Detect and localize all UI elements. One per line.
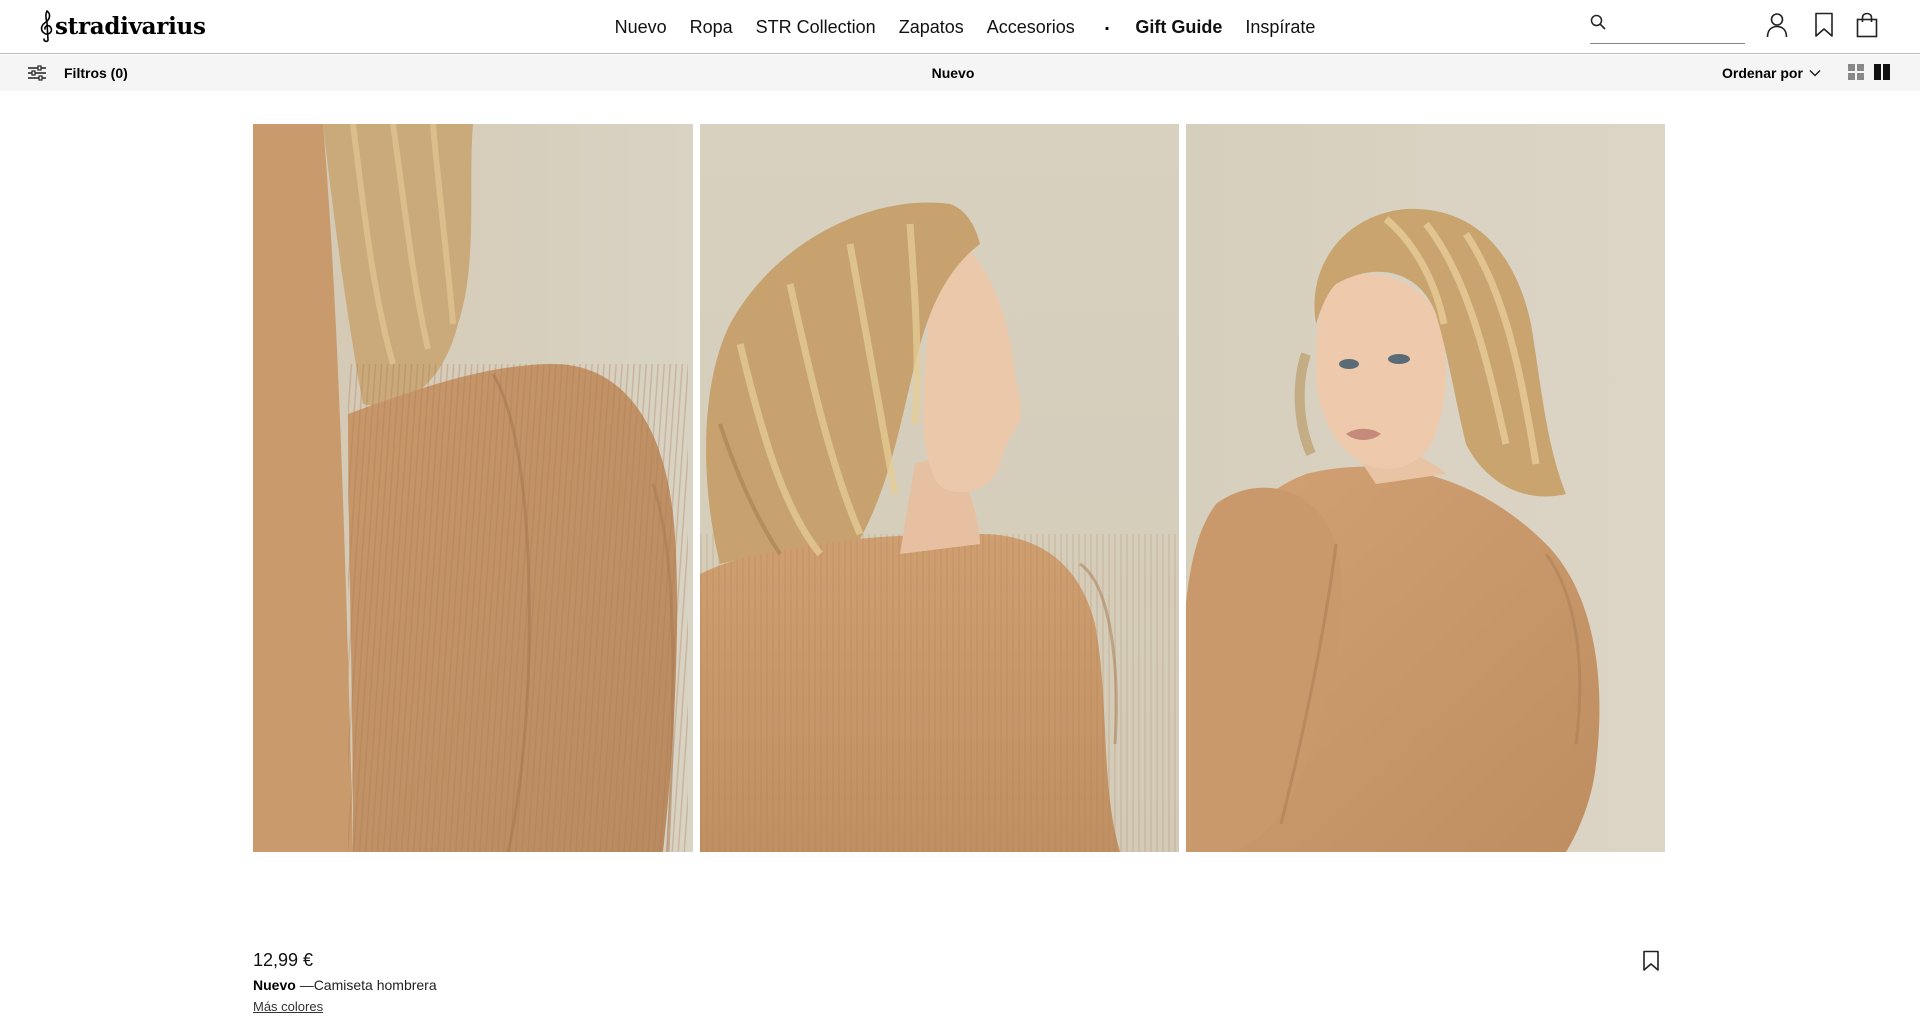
new-badge: Nuevo (253, 977, 296, 993)
treble-clef-icon (40, 10, 53, 43)
nav-item-inspirate[interactable]: Inspírate (1245, 17, 1315, 38)
more-colors-link[interactable]: Más colores (253, 999, 323, 1014)
product-image-profile-side[interactable] (700, 124, 1179, 852)
sort-label: Ordenar por (1722, 65, 1803, 81)
bookmark-icon[interactable] (1642, 950, 1660, 972)
section-title: Nuevo (931, 65, 975, 81)
grid-view-large-icon[interactable] (1874, 64, 1890, 80)
brand-name: stradivarius (55, 12, 206, 40)
filters-button[interactable]: Filtros (0) (28, 55, 128, 91)
nav-item-nuevo[interactable]: Nuevo (615, 17, 667, 38)
search-icon[interactable] (1590, 14, 1606, 30)
product-title-row[interactable]: Nuevo —Camiseta hombrera (253, 977, 437, 993)
brand-logo[interactable]: stradivarius (38, 8, 206, 44)
site-header: stradivarius Nuevo Ropa STR Collection Z… (0, 0, 1920, 54)
user-account-icon[interactable] (1766, 12, 1788, 38)
nav-item-zapatos[interactable]: Zapatos (899, 17, 964, 38)
product-name: —Camiseta hombrera (299, 977, 437, 993)
listing-toolbar: Filtros (0) Nuevo Ordenar por (0, 55, 1920, 91)
nav-item-gift-guide[interactable]: Gift Guide (1135, 17, 1222, 38)
filter-sliders-icon (28, 65, 46, 81)
product-image-shoulder-detail[interactable] (253, 124, 693, 852)
search-input[interactable] (1614, 12, 1742, 40)
nav-item-str-collection[interactable]: STR Collection (756, 17, 876, 38)
wishlist-bookmark-icon[interactable] (1814, 12, 1834, 38)
shopping-bag-icon[interactable] (1856, 12, 1878, 38)
nav-separator: . (1104, 13, 1110, 35)
product-image-back-over-shoulder[interactable] (1186, 124, 1665, 852)
grid-view-small-icon[interactable] (1848, 64, 1864, 80)
nav-item-accesorios[interactable]: Accesorios (987, 17, 1075, 38)
chevron-down-icon (1809, 69, 1821, 77)
product-price: 12,99 € (253, 950, 314, 970)
filters-label: Filtros (0) (64, 65, 128, 81)
search-box[interactable] (1590, 12, 1745, 44)
nav-item-ropa[interactable]: Ropa (690, 17, 733, 38)
sort-dropdown[interactable]: Ordenar por (1722, 55, 1821, 91)
